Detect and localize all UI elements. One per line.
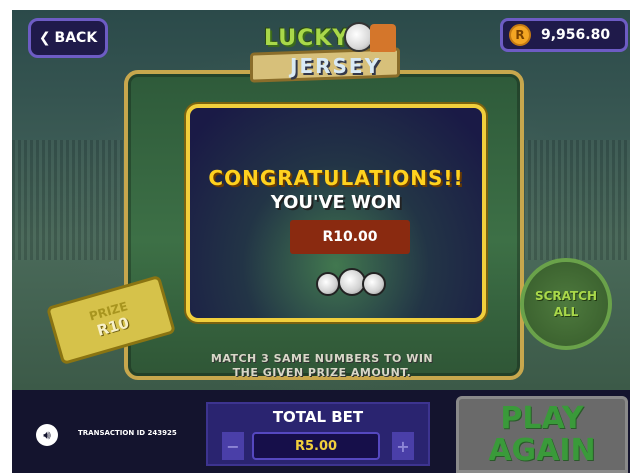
- transaction-id: TRANSACTION ID 243925: [78, 429, 177, 437]
- scratch-all-button[interactable]: SCRATCH ALL: [520, 258, 612, 350]
- you-won-text: YOU'VE WON: [270, 192, 402, 213]
- jersey-icon: [370, 24, 396, 52]
- balance-amount: 9,956.80: [541, 27, 611, 43]
- coin-icon: R: [509, 24, 531, 46]
- play-again-line1: PLAY: [500, 400, 584, 436]
- increase-bet-button[interactable]: +: [392, 432, 414, 460]
- speaker-icon: 🔊︎: [43, 427, 51, 442]
- logo-word-jersey: JERSEY: [290, 54, 382, 78]
- sound-toggle-button[interactable]: 🔊︎: [36, 424, 58, 446]
- balance-display: R 9,956.80: [500, 18, 628, 52]
- bottom-bar: 🔊︎ TRANSACTION ID 243925 TOTAL BET − R5.…: [12, 390, 630, 473]
- scratch-all-label-line1: SCRATCH: [534, 289, 598, 303]
- game-instructions: MATCH 3 SAME NUMBERS TO WIN THE GIVEN PR…: [192, 352, 452, 380]
- football-icon: [362, 272, 386, 296]
- chevron-left-icon: ❮: [38, 30, 51, 46]
- footballs-graphic: [316, 268, 386, 300]
- play-again-button[interactable]: PLAY AGAIN: [456, 396, 628, 473]
- scratch-all-label-line2: ALL: [553, 305, 579, 319]
- win-modal[interactable]: CONGRATULATIONS!! YOU'VE WON R10.00: [186, 104, 486, 322]
- football-icon: [316, 272, 340, 296]
- back-label: BACK: [54, 30, 98, 46]
- play-again-line2: AGAIN: [488, 432, 596, 468]
- win-amount-box: R10.00: [290, 220, 410, 254]
- logo-word-lucky: LUCKY: [264, 26, 350, 51]
- instructions-line1: MATCH 3 SAME NUMBERS TO WIN: [210, 352, 434, 365]
- decrease-bet-button[interactable]: −: [222, 432, 244, 460]
- back-button[interactable]: ❮ BACK: [28, 18, 108, 58]
- game-frame: ❮ BACK LUCKY JERSEY R 9,956.80 PRIZE R10…: [12, 10, 630, 473]
- total-bet-title: TOTAL BET: [272, 408, 364, 426]
- total-bet-panel: TOTAL BET − R5.00 +: [206, 402, 430, 466]
- total-bet-value: R5.00: [252, 432, 380, 460]
- congratulations-title: CONGRATULATIONS!!: [208, 166, 464, 190]
- instructions-line2: THE GIVEN PRIZE AMOUNT.: [232, 366, 412, 379]
- game-logo: LUCKY JERSEY: [250, 20, 400, 86]
